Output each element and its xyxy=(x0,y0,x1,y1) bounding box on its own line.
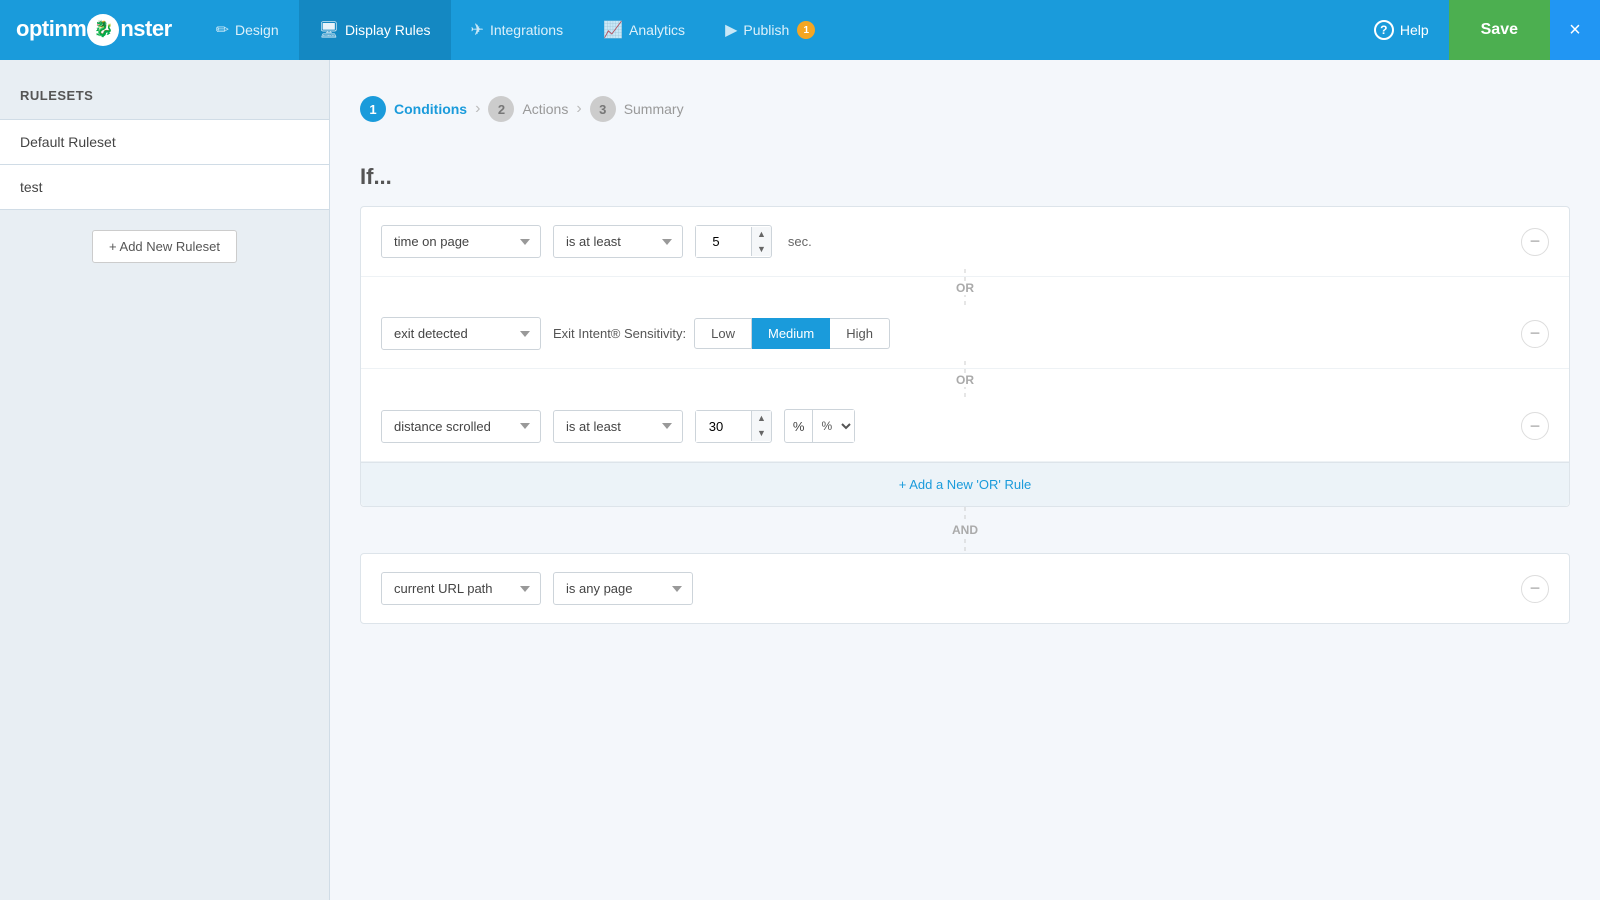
nav-analytics-label: Analytics xyxy=(629,22,685,38)
percent-dropdown[interactable]: % px xyxy=(812,410,854,442)
nav-integrations[interactable]: ✈ Integrations xyxy=(451,0,584,60)
remove-rule-4[interactable]: − xyxy=(1521,575,1549,603)
publish-badge: 1 xyxy=(797,21,815,39)
step-label-actions: Actions xyxy=(522,101,568,117)
help-label: Help xyxy=(1400,22,1429,38)
nav-integrations-label: Integrations xyxy=(490,22,563,38)
add-or-rule-button[interactable]: + Add a New 'OR' Rule xyxy=(361,462,1569,506)
rule-row-1: time on page exit detected distance scro… xyxy=(361,207,1569,277)
step-num-1: 1 xyxy=(360,96,386,122)
header: optinm🐉nster ✏ Design 🖥 Display Rules ✈ … xyxy=(0,0,1600,60)
breadcrumb: 1 Conditions › 2 Actions › 3 Summary xyxy=(360,80,1570,134)
nav-publish[interactable]: ▶ Publish 1 xyxy=(705,0,835,60)
condition-select-2[interactable]: exit detected time on page distance scro… xyxy=(381,317,541,350)
save-button[interactable]: Save xyxy=(1449,0,1550,60)
nav-design-label: Design xyxy=(235,22,279,38)
sidebar: Rulesets Default Ruleset test + Add New … xyxy=(0,60,330,900)
unit-label-1: sec. xyxy=(784,234,812,249)
and-divider: AND xyxy=(360,507,1570,553)
spinner-up-1[interactable]: ▲ xyxy=(752,227,771,242)
breadcrumb-arrow-1: › xyxy=(475,100,480,118)
rule-row-2: exit detected time on page distance scro… xyxy=(361,299,1569,369)
nav-publish-label: Publish xyxy=(743,22,789,38)
value-input-1: ▲ ▼ xyxy=(695,225,772,258)
sidebar-item-label: Default Ruleset xyxy=(20,134,116,150)
step-label-summary: Summary xyxy=(624,101,684,117)
spinners-1: ▲ ▼ xyxy=(751,227,771,257)
toggle-low[interactable]: Low xyxy=(694,318,752,349)
or-divider-2: OR xyxy=(361,369,1569,391)
spinners-3: ▲ ▼ xyxy=(751,411,771,441)
nav-display-rules-label: Display Rules xyxy=(345,22,431,38)
display-icon: 🖥 xyxy=(319,20,339,40)
help-icon: ? xyxy=(1374,20,1394,40)
step-conditions[interactable]: 1 Conditions xyxy=(360,96,467,122)
spinner-down-3[interactable]: ▼ xyxy=(752,426,771,441)
close-button[interactable]: × xyxy=(1550,0,1600,60)
step-actions[interactable]: 2 Actions xyxy=(488,96,568,122)
operator-select-1[interactable]: is at least is less than is equal to xyxy=(553,225,683,258)
rule-row-4: current URL path time on page exit detec… xyxy=(361,554,1569,623)
sensitivity-label: Exit Intent® Sensitivity: xyxy=(553,326,686,341)
sidebar-item-label: test xyxy=(20,179,43,195)
if-title: If... xyxy=(360,164,1570,190)
main-content: 1 Conditions › 2 Actions › 3 Summary If.… xyxy=(330,60,1600,900)
spinner-up-3[interactable]: ▲ xyxy=(752,411,771,426)
or-divider-1: OR xyxy=(361,277,1569,299)
toggle-medium[interactable]: Medium xyxy=(752,318,830,349)
rule-group-2: current URL path time on page exit detec… xyxy=(360,553,1570,624)
spinner-down-1[interactable]: ▼ xyxy=(752,242,771,257)
remove-rule-2[interactable]: − xyxy=(1521,320,1549,348)
sidebar-title: Rulesets xyxy=(0,80,329,119)
integrations-icon: ✈ xyxy=(471,20,484,40)
sidebar-item-default[interactable]: Default Ruleset xyxy=(0,119,329,164)
nav: ✏ Design 🖥 Display Rules ✈ Integrations … xyxy=(196,0,1354,60)
value-field-1[interactable] xyxy=(696,226,751,257)
step-label-conditions: Conditions xyxy=(394,101,467,117)
nav-design[interactable]: ✏ Design xyxy=(196,0,299,60)
design-icon: ✏ xyxy=(216,20,229,40)
operator-select-3[interactable]: is at least is less than is equal to xyxy=(553,410,683,443)
help-button[interactable]: ? Help xyxy=(1354,0,1449,60)
nav-display-rules[interactable]: 🖥 Display Rules xyxy=(299,0,451,60)
nav-analytics[interactable]: 📈 Analytics xyxy=(583,0,705,60)
percent-select: % % px xyxy=(784,409,856,443)
step-summary[interactable]: 3 Summary xyxy=(590,96,684,122)
breadcrumb-arrow-2: › xyxy=(576,100,581,118)
condition-select-3[interactable]: distance scrolled time on page exit dete… xyxy=(381,410,541,443)
toggle-high[interactable]: High xyxy=(830,318,890,349)
rule-row-3: distance scrolled time on page exit dete… xyxy=(361,391,1569,462)
analytics-icon: 📈 xyxy=(603,20,623,40)
step-num-3: 3 xyxy=(590,96,616,122)
publish-icon: ▶ xyxy=(725,20,737,40)
value-input-3: ▲ ▼ xyxy=(695,410,772,443)
add-ruleset-button[interactable]: + Add New Ruleset xyxy=(92,230,237,263)
sensitivity-group: Exit Intent® Sensitivity: Low Medium Hig… xyxy=(553,318,890,349)
rule-group-1: time on page exit detected distance scro… xyxy=(360,206,1570,507)
operator-select-4[interactable]: is any page contains exactly matches xyxy=(553,572,693,605)
remove-rule-1[interactable]: − xyxy=(1521,228,1549,256)
sidebar-item-test[interactable]: test xyxy=(0,164,329,210)
step-num-2: 2 xyxy=(488,96,514,122)
remove-rule-3[interactable]: − xyxy=(1521,412,1549,440)
logo-text: optinm🐉nster xyxy=(16,14,172,46)
logo: optinm🐉nster xyxy=(16,14,172,46)
toggle-group: Low Medium High xyxy=(694,318,890,349)
value-field-3[interactable] xyxy=(696,411,751,442)
condition-select-1[interactable]: time on page exit detected distance scro… xyxy=(381,225,541,258)
percent-value: % xyxy=(785,411,813,442)
condition-select-4[interactable]: current URL path time on page exit detec… xyxy=(381,572,541,605)
header-right: ? Help Save × xyxy=(1354,0,1600,60)
